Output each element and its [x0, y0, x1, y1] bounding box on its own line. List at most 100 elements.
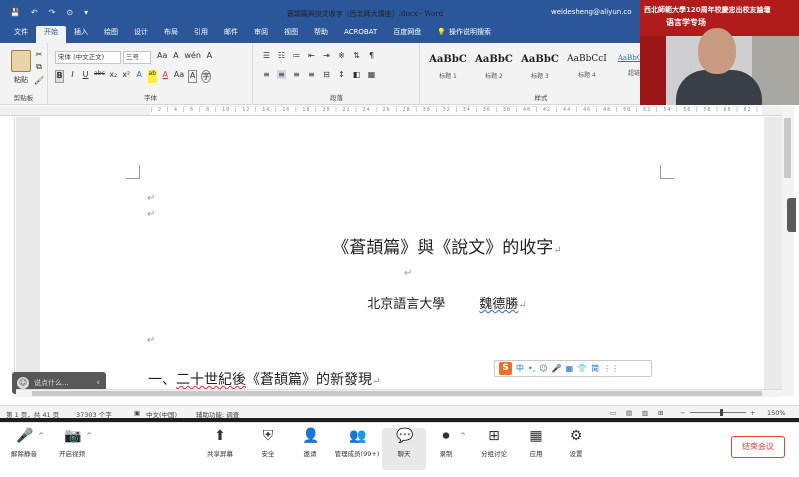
ime-keyboard-icon[interactable]: ▦ [566, 364, 574, 373]
sogou-logo-icon[interactable]: S [499, 362, 512, 375]
font-color-button[interactable]: A [161, 70, 170, 83]
web-layout-icon[interactable]: ⊞ [658, 409, 663, 417]
format-painter-icon[interactable]: 🖌 [34, 75, 44, 85]
collapse-chevron-icon[interactable]: ‹ [96, 378, 100, 388]
ime-emoji-icon[interactable]: ☺ [539, 364, 547, 373]
account-name[interactable]: weidesheng@aliyun.co [551, 8, 632, 16]
invite-button[interactable]: 👤 邀请 [288, 428, 332, 458]
security-button[interactable]: ⛨ 安全 [246, 428, 290, 458]
font-size-select[interactable]: 三号 [123, 51, 151, 64]
multilevel-list-icon[interactable]: ≔ [292, 51, 301, 60]
ime-skin-icon[interactable]: 👕 [577, 364, 587, 373]
tab-design[interactable]: 设计 [126, 26, 156, 43]
char-border-icon[interactable]: A [205, 51, 214, 60]
zoom-in-icon[interactable]: + [750, 409, 755, 417]
tab-help[interactable]: 帮助 [306, 26, 336, 43]
settings-button[interactable]: ⚙ 设置 [554, 428, 598, 458]
line-spacing-icon[interactable]: ↕ [337, 70, 346, 79]
align-left-icon[interactable]: ≡ [262, 70, 271, 79]
vertical-ruler[interactable] [6, 117, 15, 389]
horizontal-scroll-thumb[interactable] [32, 391, 762, 396]
style-heading-2[interactable]: AaBbC 标题 2 [471, 51, 517, 91]
char-shading-button[interactable]: A [188, 70, 198, 83]
bold-button[interactable]: B [55, 70, 64, 83]
tab-draw[interactable]: 绘图 [96, 26, 126, 43]
print-layout-icon[interactable]: ▥ [642, 409, 648, 417]
italic-button[interactable]: I [68, 70, 77, 83]
chevron-up-icon[interactable]: ^ [38, 432, 44, 440]
zoom-slider[interactable] [690, 412, 746, 413]
tab-mailings[interactable]: 邮件 [216, 26, 246, 43]
ime-punctuation-icon[interactable]: •, [528, 364, 535, 373]
vertical-scrollbar[interactable] [782, 106, 794, 396]
speaker-video-tile[interactable]: 西北師範大學120周年校慶忠出校友論壇 语言学专场 [640, 0, 799, 105]
document-title[interactable]: 《蒼頡篇》與《說文》的收字↵ [40, 233, 764, 258]
vertical-scroll-thumb[interactable] [784, 118, 791, 178]
tab-acrobat[interactable]: ACROBAT [336, 26, 385, 43]
horizontal-scrollbar[interactable] [16, 389, 782, 397]
horizontal-ruler[interactable]: | 2 | 4 | 6 | 8 | 10 | 12 | 14 | 16 | 18… [0, 106, 782, 116]
distributed-icon[interactable]: ⊟ [322, 70, 331, 79]
underline-button[interactable]: U [81, 70, 90, 83]
highlight-button[interactable]: ab [147, 70, 157, 83]
style-heading-3[interactable]: AaBbC 标题 3 [517, 51, 563, 91]
clear-format-icon[interactable]: A [171, 51, 180, 60]
tab-baidu[interactable]: 百度网盘 [385, 26, 429, 43]
borders-icon[interactable]: ▦ [367, 70, 376, 79]
tab-layout[interactable]: 布局 [156, 26, 186, 43]
section-heading[interactable]: 一、二十世紀後《蒼頡篇》的新發現↵ [148, 369, 380, 389]
style-heading-4[interactable]: AaBbCcI 标题 4 [561, 51, 613, 91]
enclose-char-button[interactable]: 字 [201, 70, 212, 83]
paste-label[interactable]: 粘贴 [6, 75, 36, 85]
cut-icon[interactable]: ✂ [34, 49, 44, 59]
side-panel-handle[interactable] [787, 198, 796, 232]
align-right-icon[interactable]: ≡ [292, 70, 301, 79]
document-page[interactable]: ↵ ↵ 《蒼頡篇》與《說文》的收字↵ ↵ 北京語言大學 魏德勝↵ ↵ 一、二十世紀… [40, 117, 764, 389]
show-marks-icon[interactable]: ¶ [367, 51, 376, 60]
breakout-rooms-button[interactable]: ⊞ 分组讨论 [472, 428, 516, 458]
zoom-slider-knob[interactable] [720, 409, 723, 416]
zoom-level[interactable]: 150% [767, 409, 786, 417]
ime-toolbar[interactable]: S 中 •, ☺ 🎤 ▦ 👕 简 ⋮⋮ [494, 360, 652, 377]
tell-me-search[interactable]: 💡 操作说明搜索 [429, 26, 499, 43]
ime-chinese-mode[interactable]: 中 [516, 363, 524, 374]
tab-references[interactable]: 引用 [186, 26, 216, 43]
tab-home[interactable]: 开始 [36, 26, 66, 43]
proofing-icon[interactable]: ▣ [134, 409, 140, 417]
text-effects-button[interactable]: A [135, 70, 144, 83]
unmute-button[interactable]: 🎤 ^ 解除静音 [2, 428, 46, 458]
tab-review[interactable]: 审阅 [246, 26, 276, 43]
chevron-up-icon[interactable]: ^ [460, 432, 466, 440]
numbering-icon[interactable]: ☷ [277, 51, 286, 60]
decrease-indent-icon[interactable]: ⇤ [307, 51, 316, 60]
chat-button[interactable]: 💬 聊天 [382, 428, 426, 470]
grow-font-icon[interactable]: Aa [157, 51, 167, 60]
manage-participants-button[interactable]: 👥 管理成员(99+) [332, 428, 382, 458]
tab-file[interactable]: 文件 [6, 26, 36, 43]
apps-button[interactable]: ▦ 应用 [514, 428, 558, 458]
end-meeting-button[interactable]: 结束会议 [731, 436, 785, 458]
change-case-button[interactable]: Aa [174, 70, 184, 83]
tab-view[interactable]: 视图 [276, 26, 306, 43]
ime-simplified-toggle[interactable]: 简 [591, 363, 599, 374]
author-line[interactable]: 北京語言大學 魏德勝↵ [40, 293, 764, 312]
shading-icon[interactable]: ◧ [352, 70, 361, 79]
zoom-out-icon[interactable]: − [680, 409, 685, 417]
superscript-button[interactable]: x² [122, 70, 131, 83]
justify-icon[interactable]: ≡ [307, 70, 316, 79]
paste-button[interactable] [10, 49, 32, 73]
record-button[interactable]: ⏺ ^ 录制 [424, 428, 468, 458]
chinese-layout-icon[interactable]: ※ [337, 51, 346, 60]
style-heading-1[interactable]: AaBbC 标题 1 [425, 51, 471, 91]
emoji-icon[interactable]: ☺ [17, 377, 29, 389]
copy-icon[interactable]: ⧉ [34, 62, 44, 72]
tab-insert[interactable]: 插入 [66, 26, 96, 43]
ime-menu-icon[interactable]: ⋮⋮ [603, 364, 619, 373]
bullets-icon[interactable]: ☰ [262, 51, 271, 60]
chevron-up-icon[interactable]: ^ [86, 432, 92, 440]
subscript-button[interactable]: x₂ [109, 70, 118, 83]
strikethrough-button[interactable]: abc [94, 70, 105, 83]
increase-indent-icon[interactable]: ⇥ [322, 51, 331, 60]
sort-icon[interactable]: ⇅ [352, 51, 361, 60]
phonetic-guide-icon[interactable]: wén [184, 51, 201, 60]
